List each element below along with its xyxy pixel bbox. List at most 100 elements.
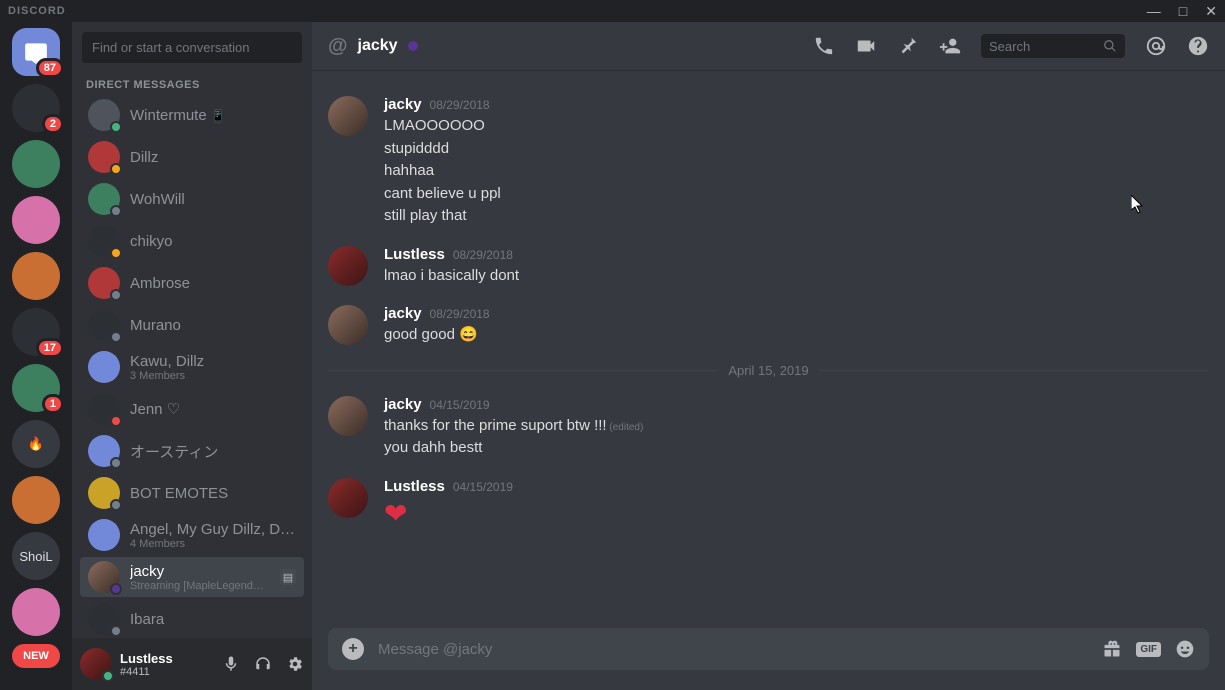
mentions-icon[interactable] [1145,35,1167,57]
dm-avatar [88,309,120,341]
mute-icon[interactable] [222,655,240,673]
search-icon [1103,39,1117,53]
status-indicator [110,625,122,637]
message-timestamp: 08/29/2018 [430,307,490,321]
message-list[interactable]: jacky08/29/2018LMAOOOOOOstupiddddhahhaac… [312,70,1225,628]
dm-subtitle: 3 Members [130,370,296,382]
add-friends-icon[interactable] [939,35,961,57]
find-conversation-input[interactable]: Find or start a conversation [82,32,302,63]
message-avatar[interactable] [328,96,368,136]
dm-name: Ambrose [130,275,296,292]
titlebar: DISCORD — □ ✕ [0,0,1225,22]
dm-avatar [88,141,120,173]
message-timestamp: 08/29/2018 [453,248,513,262]
message-avatar[interactable] [328,478,368,518]
settings-icon[interactable] [286,655,304,673]
dm-item[interactable]: Angel, My Guy Dillz, Dillz4 Members [80,515,304,555]
dm-item[interactable]: BOT EMOTES [80,473,304,513]
start-call-icon[interactable] [813,35,835,57]
message-author[interactable]: jacky [384,96,422,113]
message-text: good good 😄 [384,324,1209,347]
pinned-messages-icon[interactable] [897,35,919,57]
message-text: you dahh bestt [384,437,1209,460]
dm-item[interactable]: Ibara [80,599,304,638]
chat-main: @ jacky Search [312,22,1225,690]
server-home[interactable]: 87 [12,28,60,76]
server-badge: 2 [42,114,64,134]
rich-presence-icon: ▤ [280,569,296,585]
server-new[interactable]: NEW [12,644,60,668]
dm-item[interactable]: Wintermute 📱 [80,95,304,135]
dm-name: Murano [130,317,296,334]
message-timestamp: 08/29/2018 [430,98,490,112]
start-video-icon[interactable] [855,35,877,57]
dm-item[interactable]: jackyStreaming [MapleLegends] - N...▤ [80,557,304,597]
dm-item[interactable]: WohWill [80,179,304,219]
emoji-icon[interactable] [1175,639,1195,659]
dm-subtitle: 4 Members [130,538,296,550]
dm-name: Kawu, Dillz [130,353,296,370]
server-server-4[interactable] [12,252,60,300]
dm-list: Wintermute 📱 Dillz WohWill chikyo Ambrose Mur… [72,95,312,638]
server-server-2[interactable] [12,140,60,188]
dm-item[interactable]: chikyo [80,221,304,261]
at-icon: @ [328,35,348,58]
dm-subtitle: Streaming [MapleLegends] - N... [130,580,266,592]
search-input[interactable]: Search [981,34,1125,58]
message-text: still play that [384,205,1209,228]
server-badge: 87 [36,58,64,78]
dm-sidebar: Find or start a conversation DIRECT MESS… [72,22,312,690]
phone-icon: 📱 [211,109,226,123]
dm-avatar [88,99,120,131]
self-avatar[interactable] [80,648,112,680]
message-avatar[interactable] [328,305,368,345]
server-server-6[interactable]: 1 [12,364,60,412]
server-server-7[interactable]: 🔥 [12,420,60,468]
dm-name: WohWill [130,191,296,208]
close-button[interactable]: ✕ [1205,3,1217,20]
dm-avatar [88,393,120,425]
dm-item[interactable]: Jenn ♡ [80,389,304,429]
edited-label: (edited) [607,422,644,433]
message-composer[interactable]: + Message @jacky GIF [328,628,1209,670]
server-server-9[interactable] [12,588,60,636]
message-text: cant believe u ppl [384,183,1209,206]
status-indicator [110,331,122,343]
message-avatar[interactable] [328,246,368,286]
message-group: jacky08/29/2018LMAOOOOOOstupiddddhahhaac… [328,96,1209,228]
status-indicator [110,457,122,469]
dm-name: Wintermute 📱 [130,107,296,124]
message-author[interactable]: Lustless [384,478,445,495]
server-server-1[interactable]: 2 [12,84,60,132]
gif-icon[interactable]: GIF [1136,642,1161,657]
message-group: Lustless 08/29/2018 lmao i basically dont [328,246,1209,288]
gift-icon[interactable] [1102,639,1122,659]
message-author[interactable]: jacky [384,305,422,322]
self-status-indicator [102,670,114,682]
chat-header: @ jacky Search [312,22,1225,70]
minimize-button[interactable]: — [1147,3,1161,20]
maximize-button[interactable]: □ [1179,3,1187,20]
message-text: stupidddd [384,138,1209,161]
heart-emoji: ❤ [384,497,1209,530]
server-server-8[interactable] [12,476,60,524]
discord-logo: DISCORD [8,5,66,17]
date-divider: April 15, 2019 [328,363,1209,378]
dm-item[interactable]: Dillz [80,137,304,177]
dm-item[interactable]: Kawu, Dillz3 Members [80,347,304,387]
dm-item[interactable]: Ambrose [80,263,304,303]
dm-item[interactable]: オースティン [80,431,304,471]
message-text: lmao i basically dont [384,265,1209,288]
help-icon[interactable] [1187,35,1209,57]
deafen-icon[interactable] [254,655,272,673]
dm-name: Jenn ♡ [130,400,296,418]
server-server-5[interactable]: 17 [12,308,60,356]
message-avatar[interactable] [328,396,368,436]
server-server-3[interactable] [12,196,60,244]
message-author[interactable]: jacky [384,396,422,413]
message-author[interactable]: Lustless [384,246,445,263]
attach-icon[interactable]: + [342,638,364,660]
user-panel: Lustless #4411 [72,638,312,690]
server-server-shoil[interactable]: ShoiL [12,532,60,580]
dm-item[interactable]: Murano [80,305,304,345]
